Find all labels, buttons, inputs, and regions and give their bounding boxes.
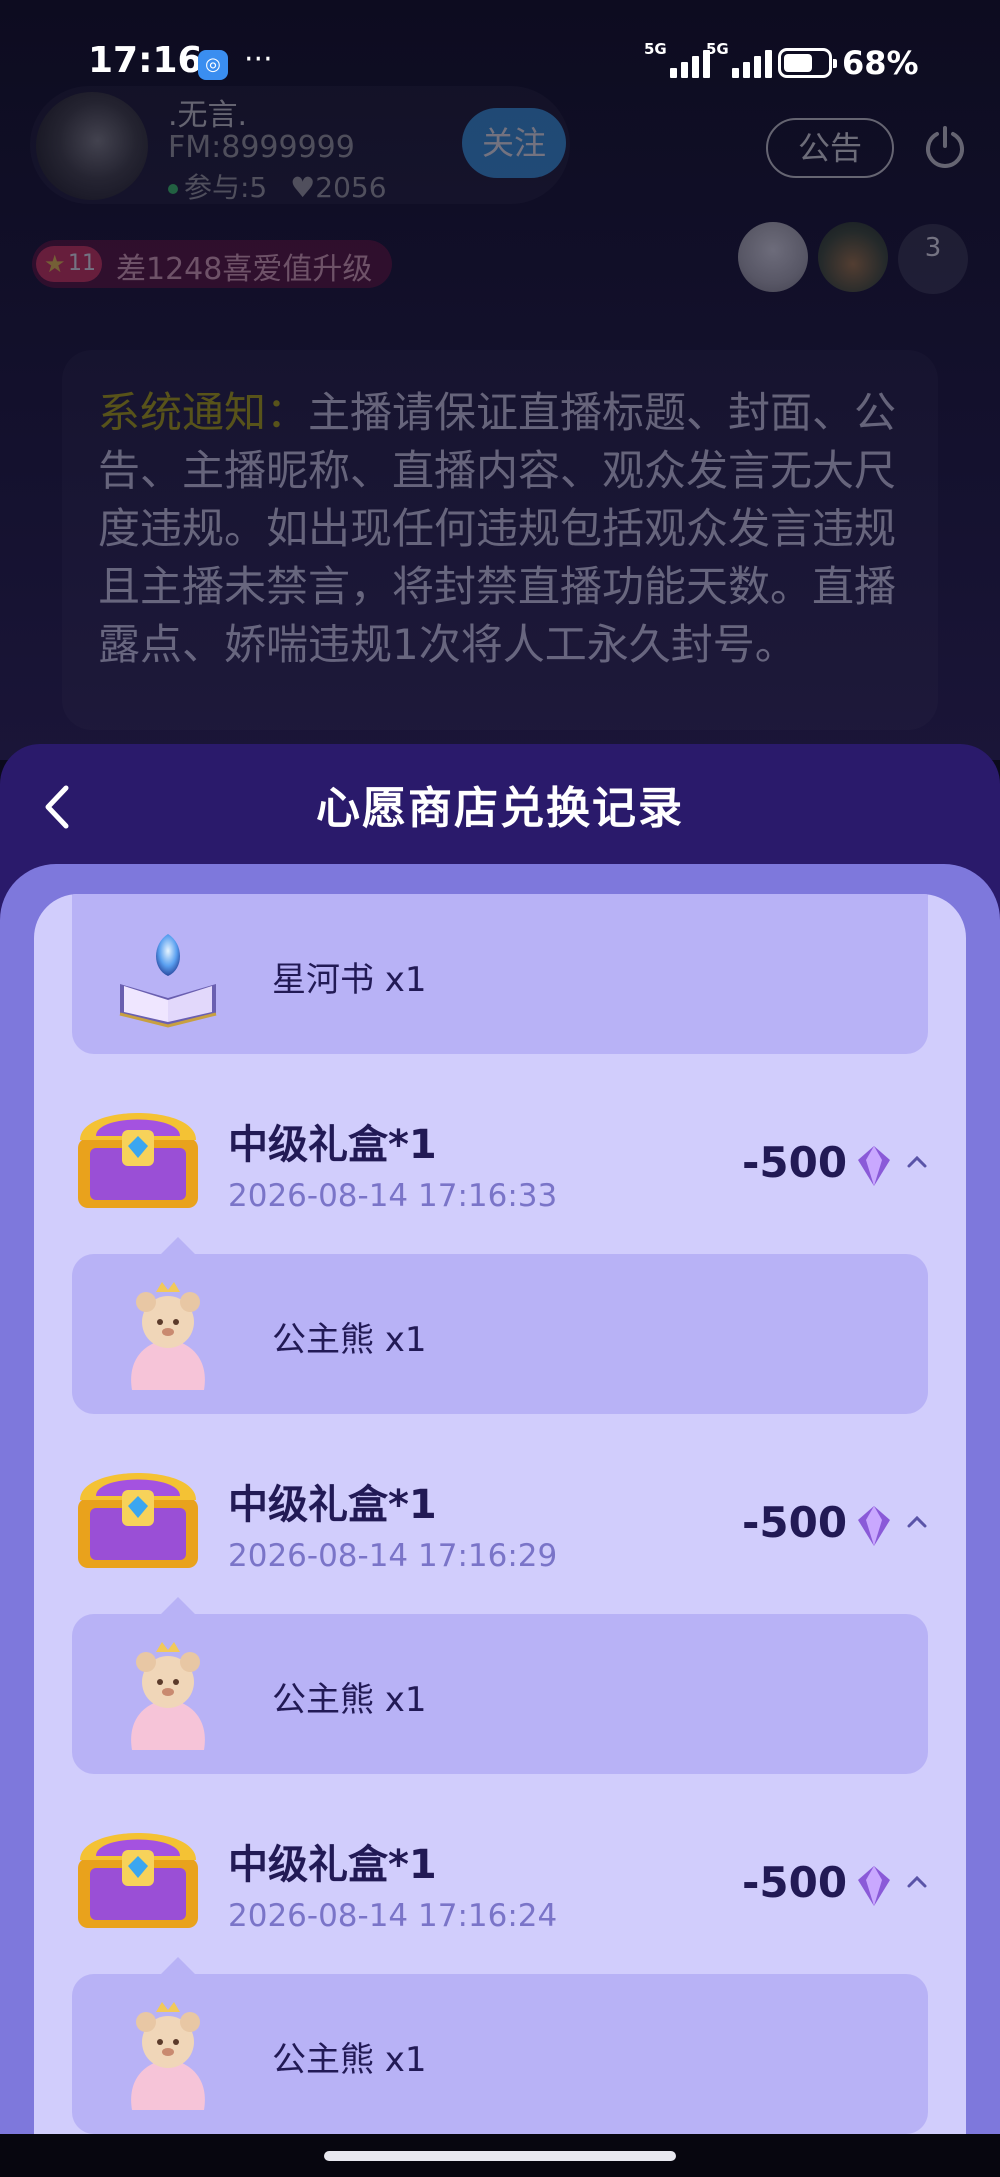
home-indicator[interactable] <box>324 2151 676 2161</box>
record-list-frame: 星河书 x1 中级礼盒*1 2026-08-14 17:16:33 -500 公… <box>0 864 1000 2144</box>
record-time: 2026-08-14 17:16:33 <box>228 1178 558 1214</box>
exchange-record[interactable]: 中级礼盒*1 2026-08-14 17:16:29 -500 <box>34 1434 966 1614</box>
record-title: 中级礼盒*1 <box>228 1842 437 1888</box>
status-time: 17:16 <box>88 40 203 81</box>
signal-5g-icon: 5G <box>706 40 776 80</box>
princess-bear-icon <box>131 2002 205 2110</box>
gem-currency-icon <box>858 1146 890 1186</box>
battery-icon <box>778 48 837 78</box>
record-amount: -500 <box>742 1858 848 1907</box>
exchange-record-sheet: 心愿商店兑换记录 星河书 x1 中级礼盒*1 2026-08-14 17:16:… <box>0 744 1000 2144</box>
announcement-button[interactable]: 公告 <box>766 118 894 178</box>
reward-label: 公主熊 x1 <box>272 2040 427 2080</box>
online-dot-icon <box>168 184 178 194</box>
star-icon: ★ <box>44 250 66 278</box>
host-avatar[interactable] <box>36 92 148 200</box>
record-title: 中级礼盒*1 <box>228 1482 437 1528</box>
record-time: 2026-08-14 17:16:29 <box>228 1538 558 1574</box>
viewer-avatar[interactable] <box>738 222 808 292</box>
chevron-up-icon[interactable] <box>906 1514 928 1530</box>
reward-label: 公主熊 x1 <box>272 1680 427 1720</box>
app-notification-icon: ◎ <box>198 50 228 80</box>
chevron-up-icon[interactable] <box>906 1154 928 1170</box>
reward-label: 公主熊 x1 <box>272 1320 427 1360</box>
reward-label: 星河书 x1 <box>272 960 427 1000</box>
likes-count: ♥2056 <box>290 171 387 204</box>
host-name: .无言. <box>168 98 248 133</box>
exchange-record[interactable]: 中级礼盒*1 2026-08-14 17:16:33 -500 <box>34 1074 966 1254</box>
star-river-book-icon <box>119 934 217 1028</box>
system-notice-label: 系统通知： <box>98 388 309 437</box>
sheet-header: 心愿商店兑换记录 <box>0 744 1000 864</box>
gift-chest-icon <box>78 1833 198 1928</box>
system-notice: 系统通知：主播请保证直播标题、封面、公告、主播昵称、直播内容、观众发言无大尺度违… <box>62 350 938 730</box>
level-progress-text: 差1248喜爱值升级 <box>116 252 373 287</box>
sheet-title: 心愿商店兑换记录 <box>316 783 684 834</box>
record-title: 中级礼盒*1 <box>228 1122 437 1168</box>
reward-card: 公主熊 x1 <box>72 1237 928 1414</box>
viewer-avatar[interactable] <box>818 222 888 292</box>
gem-currency-icon <box>858 1506 890 1546</box>
gem-currency-icon <box>858 1866 890 1906</box>
gift-chest-icon <box>78 1473 198 1568</box>
record-amount: -500 <box>742 1498 848 1547</box>
reward-card: 星河书 x1 <box>72 894 928 1054</box>
battery-percentage: 68% <box>842 44 919 82</box>
signal-5g-icon: 5G <box>644 40 714 80</box>
follow-button[interactable]: 关注 <box>462 108 566 178</box>
record-time: 2026-08-14 17:16:24 <box>228 1898 558 1934</box>
exchange-record[interactable]: 中级礼盒*1 2026-08-14 17:16:24 -500 <box>34 1794 966 1974</box>
record-list[interactable]: 星河书 x1 中级礼盒*1 2026-08-14 17:16:33 -500 公… <box>34 894 966 2144</box>
host-fm-id: FM:8999999 <box>168 130 355 165</box>
princess-bear-icon <box>131 1642 205 1750</box>
host-stats: 参与:5 ♥2056 <box>168 166 387 206</box>
reward-card: 公主熊 x1 <box>72 1957 928 2134</box>
power-icon[interactable] <box>922 124 968 170</box>
reward-card: 公主熊 x1 <box>72 1597 928 1774</box>
record-amount: -500 <box>742 1138 848 1187</box>
viewer-count[interactable]: 3 <box>898 224 968 294</box>
princess-bear-icon <box>131 1282 205 1390</box>
more-notifications-icon: ··· <box>244 42 273 77</box>
chevron-up-icon[interactable] <box>906 1874 928 1890</box>
gift-chest-icon <box>78 1113 198 1208</box>
participants-count: 参与:5 <box>184 171 268 204</box>
live-room-background: 17:16 ◎ ··· 5G 5G 68% .无言. FM:8999999 参与… <box>0 0 1000 760</box>
